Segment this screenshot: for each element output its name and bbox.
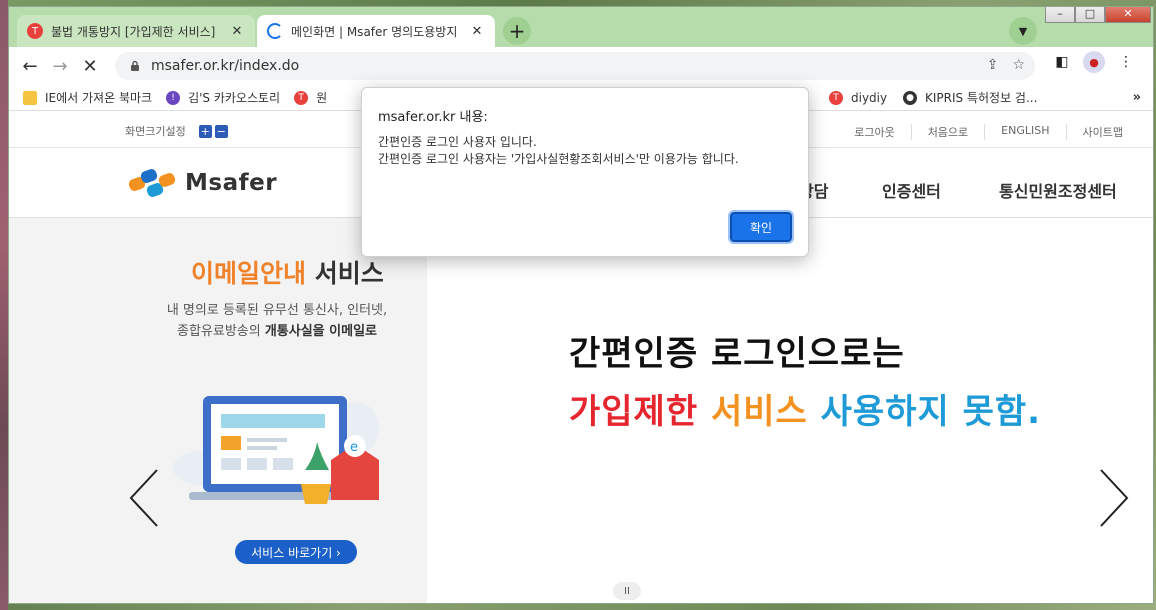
bookmark-label: 김'S 카카오스토리 xyxy=(188,91,281,105)
pause-button[interactable]: II xyxy=(613,582,641,600)
font-size-control: 화면크기설정 + − xyxy=(125,123,228,139)
font-size-label: 화면크기설정 xyxy=(125,125,186,138)
svg-text:e: e xyxy=(350,440,358,455)
new-tab-button[interactable]: + xyxy=(503,17,531,45)
desc-line2-plain: 종합유료방송의 xyxy=(176,324,265,339)
close-icon: ✕ xyxy=(82,55,98,77)
english-link[interactable]: ENGLISH xyxy=(984,124,1065,140)
dialog-title: msafer.or.kr 내용: xyxy=(378,110,488,125)
star-icon[interactable]: ☆ xyxy=(1012,57,1025,73)
headline-orange: 서비스 xyxy=(710,392,808,432)
dialog-line-2: 간편인증 로그인 사용자는 '가입사실현황조회서비스'만 이용가능 합니다. xyxy=(378,152,739,166)
bookmark-kipris[interactable]: ● KIPRIS 특허정보 검... xyxy=(903,89,1037,106)
logo-text: Msafer xyxy=(185,170,278,196)
zoom-out-button[interactable]: − xyxy=(214,124,228,138)
next-slide-button[interactable] xyxy=(1095,468,1131,528)
back-button[interactable]: ← xyxy=(15,51,45,81)
side-panel-icon[interactable]: ◧ xyxy=(1051,51,1073,73)
alert-dialog: msafer.or.kr 내용: 간편인증 로그인 사용자 입니다. 간편인증 … xyxy=(361,87,809,257)
desc-line2-bold: 개통사실을 이메일로 xyxy=(264,324,378,339)
zoom-in-button[interactable]: + xyxy=(198,124,212,138)
site-logo[interactable]: Msafer xyxy=(127,164,277,202)
forward-button[interactable]: → xyxy=(45,51,75,81)
banner-slide: 이메일안내 서비스 내 명의로 등록된 유무선 통신사, 인터넷, 종합유료방송… xyxy=(127,218,1153,603)
ok-button[interactable]: 확인 xyxy=(728,210,794,244)
dialog-message: 간편인증 로그인 사용자 입니다. 간편인증 로그인 사용자는 '가입사실현황조… xyxy=(378,134,798,168)
prev-slide-button[interactable] xyxy=(127,468,163,528)
bookmark-diydiy[interactable]: T diydiy xyxy=(829,90,888,105)
arrow-right-icon: → xyxy=(52,55,68,77)
bookmark-kakaostory[interactable]: ! 김'S 카카오스토리 xyxy=(166,89,280,106)
toolbar-right: ◧ ● ⋮ xyxy=(1051,51,1137,73)
more-bookmarks-button[interactable]: » xyxy=(1133,90,1141,105)
tab-2[interactable]: 메인화면 | Msafer 명의도용방지 ✕ xyxy=(257,15,495,47)
headline-blue: 사용하지 못함. xyxy=(820,392,1042,432)
red-t-icon: T xyxy=(829,90,843,105)
panel-description: 내 명의로 등록된 유무선 통신사, 인터넷, 종합유료방송의 개통사실을 이메… xyxy=(127,300,427,342)
menu-cert-center[interactable]: 인증센터 xyxy=(882,178,941,202)
share-icon[interactable]: ⇪ xyxy=(987,57,999,73)
msafer-logo-icon xyxy=(128,169,176,197)
shield-icon: ! xyxy=(166,90,181,105)
loading-spinner-icon xyxy=(267,23,283,39)
tab-strip: T 불법 개통방지 [가입제한 서비스] ✕ 메인화면 | Msafer 명의도… xyxy=(9,7,1153,47)
red-t-icon: T xyxy=(294,90,309,105)
window-controls: – □ ✕ xyxy=(1045,7,1151,23)
omnibox-actions: ⇪ ☆ xyxy=(987,57,1025,73)
kebab-menu-icon[interactable]: ⋮ xyxy=(1115,51,1137,73)
window-close-button[interactable]: ✕ xyxy=(1105,7,1151,23)
panel-title-rest: 서비스 xyxy=(306,259,384,288)
desc-line1: 내 명의로 등록된 유무선 통신사, 인터넷, xyxy=(166,303,388,318)
dialog-line-1: 간편인증 로그인 사용자 입니다. xyxy=(378,135,537,149)
globe-icon: ● xyxy=(903,90,917,105)
sitemap-link[interactable]: 사이트맵 xyxy=(1065,124,1139,140)
bookmark-ie[interactable]: IE에서 가져온 북마크 xyxy=(23,89,152,106)
folder-icon xyxy=(23,90,37,105)
bookmark-label: diydiy xyxy=(851,90,888,105)
maximize-button[interactable]: □ xyxy=(1075,7,1105,23)
bookmark-label: IE에서 가져온 북마크 xyxy=(45,91,153,105)
bookmark-label: 원 xyxy=(316,91,328,105)
headline-2: 가입제한 서비스 사용하지 못함. xyxy=(569,384,1041,433)
stop-button[interactable]: ✕ xyxy=(75,51,105,81)
bookmark-label: KIPRIS 특허정보 검... xyxy=(925,91,1038,105)
tab-search-button[interactable]: ▼ xyxy=(1009,17,1037,45)
home-link[interactable]: 처음으로 xyxy=(910,124,984,140)
tab-1[interactable]: T 불법 개통방지 [가입제한 서비스] ✕ xyxy=(17,15,255,47)
close-icon[interactable]: ✕ xyxy=(229,24,245,39)
lock-icon xyxy=(131,60,139,71)
address-bar[interactable]: msafer.or.kr/index.do ⇪ ☆ xyxy=(115,52,1035,80)
logout-link[interactable]: 로그아웃 xyxy=(838,124,910,140)
tab-title: 메인화면 | Msafer 명의도용방지 xyxy=(291,24,458,39)
red-t-icon: T xyxy=(27,23,43,39)
tab-title: 불법 개통방지 [가입제한 서비스] xyxy=(51,24,216,39)
email-service-panel: 이메일안내 서비스 내 명의로 등록된 유무선 통신사, 인터넷, 종합유료방송… xyxy=(127,218,427,603)
desktop-edge xyxy=(0,0,8,610)
service-shortcut-button[interactable]: 서비스 바로가기 › xyxy=(235,540,357,564)
profile-avatar[interactable]: ● xyxy=(1083,51,1105,73)
minimize-button[interactable]: – xyxy=(1045,7,1075,23)
close-icon[interactable]: ✕ xyxy=(469,24,485,39)
menu-dispute-center[interactable]: 통신민원조정센터 xyxy=(999,178,1117,202)
desc-line2: 종합유료방송의 개통사실을 이메일로 xyxy=(127,321,427,342)
headline-1: 간편인증 로그인으로는 xyxy=(569,334,905,374)
email-illustration: e xyxy=(173,396,379,504)
url-text: msafer.or.kr/index.do xyxy=(151,58,300,74)
headline-red: 가입제한 xyxy=(569,392,699,432)
panel-title: 이메일안내 서비스 xyxy=(191,254,384,290)
bookmark-won[interactable]: T 원 xyxy=(294,89,327,106)
panel-title-accent: 이메일안내 xyxy=(191,259,307,288)
chevron-down-icon: ▼ xyxy=(1018,24,1028,38)
utility-links: 로그아웃 처음으로 ENGLISH 사이트맵 xyxy=(838,124,1139,140)
main-banner: 이메일안내 서비스 내 명의로 등록된 유무선 통신사, 인터넷, 종합유료방송… xyxy=(9,218,1153,603)
arrow-left-icon: ← xyxy=(22,55,38,77)
browser-toolbar: ← → ✕ msafer.or.kr/index.do ⇪ ☆ xyxy=(9,47,1153,85)
browser-window: T 불법 개통방지 [가입제한 서비스] ✕ 메인화면 | Msafer 명의도… xyxy=(8,6,1154,604)
